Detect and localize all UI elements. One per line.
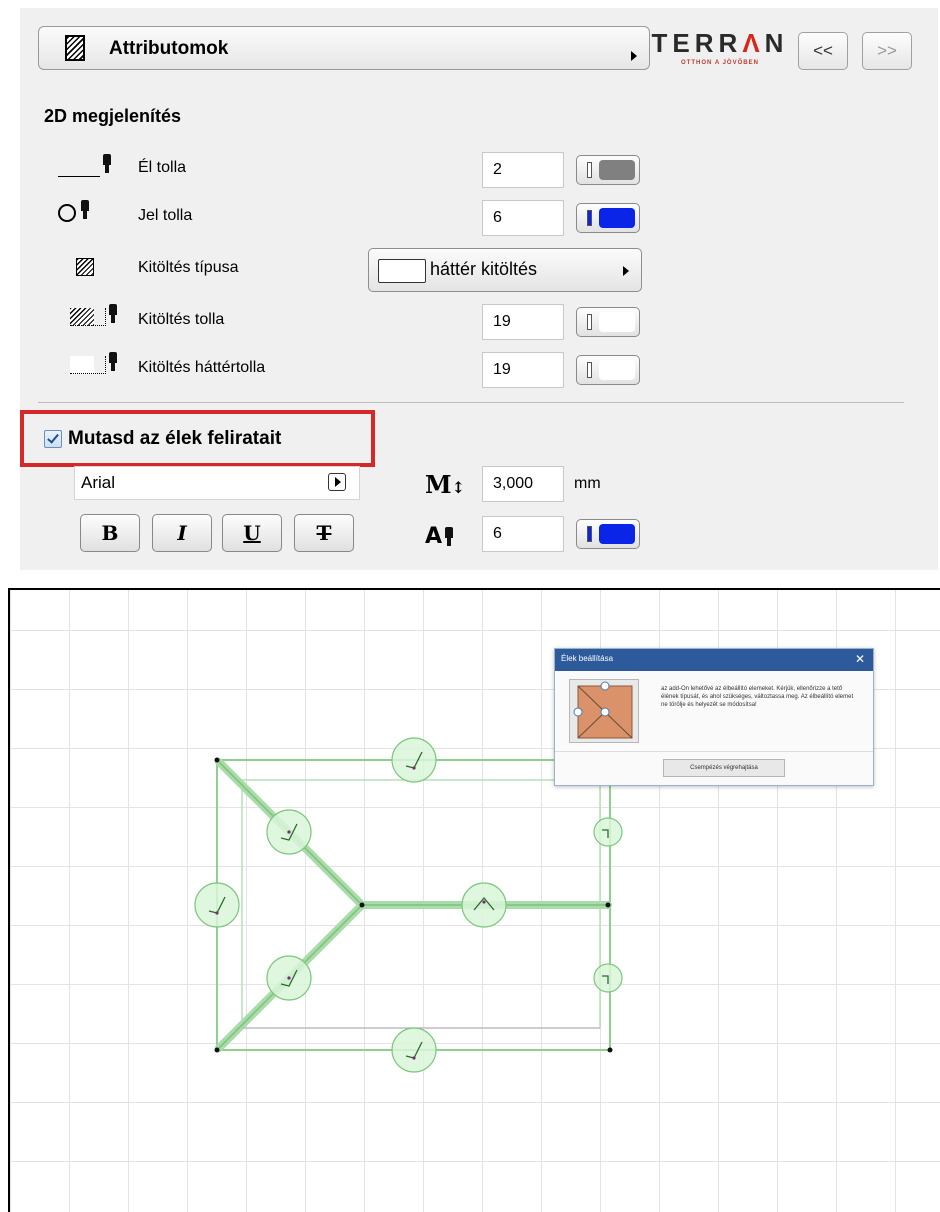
dialog-title: Élek beállítása [561, 654, 614, 663]
fill-swatch [378, 259, 426, 283]
marker-pen-icon [58, 198, 118, 228]
show-edge-labels-checkbox[interactable] [44, 430, 62, 448]
marker-pen-swatch[interactable] [576, 203, 640, 233]
fill-pen-swatch[interactable] [576, 307, 640, 337]
roof-preview-image [569, 679, 639, 743]
close-icon[interactable]: ✕ [855, 652, 865, 666]
fill-pen-field[interactable]: 19 [482, 304, 564, 340]
show-edge-labels-label[interactable]: Mutasd az élek feliratait [68, 428, 281, 450]
fill-type-dropdown[interactable]: háttér kitöltés [368, 248, 642, 292]
attributes-dropdown[interactable]: Attributomok [38, 26, 650, 70]
section-title-2d: 2D megjelenítés [44, 106, 182, 126]
edge-pen-field[interactable]: 2 [482, 152, 564, 188]
text-pen-field[interactable]: 6 [482, 516, 564, 552]
logo-tagline: OTTHON A JÖVŐBEN [681, 60, 759, 66]
edge-marker [391, 737, 437, 783]
checkmark-icon [47, 431, 59, 444]
marker-pen-field[interactable]: 6 [482, 200, 564, 236]
dialog-description: az add-On lehetővé az élbeállító elemeke… [661, 686, 854, 708]
text-size-unit: mm [574, 475, 601, 492]
text-pen-icon: A [425, 524, 453, 549]
previous-button[interactable]: << [798, 32, 848, 70]
text-size-field[interactable]: 3,000 [482, 466, 564, 502]
fill-type-label: Kitöltés típusa [138, 259, 239, 276]
section-divider [38, 402, 904, 403]
font-field[interactable]: Arial [74, 466, 360, 500]
edge-marker [391, 1027, 437, 1073]
next-button[interactable]: >> [862, 32, 912, 70]
dialog-titlebar: Élek beállítása ✕ [555, 649, 873, 671]
hatched-sheet-icon [65, 35, 85, 61]
italic-button[interactable]: I [152, 514, 212, 552]
attributes-panel: Attributomok TERRΛN OTTHON A JÖVŐBEN << … [20, 8, 938, 570]
dialog-separator [555, 751, 873, 752]
logo-wordmark: TERRΛN [651, 28, 789, 58]
text-size-icon: M↕ [425, 470, 465, 499]
fill-type-icon [76, 258, 94, 276]
fill-background-pen-label: Kitöltés háttértolla [138, 359, 266, 376]
edge-marker [461, 882, 507, 928]
fill-background-pen-swatch[interactable] [576, 355, 640, 385]
terran-logo: TERRΛN OTTHON A JÖVŐBEN [650, 26, 790, 70]
font-menu-button[interactable] [328, 473, 346, 491]
show-edge-labels-highlight: Mutasd az élek feliratait [20, 410, 375, 467]
underline-button[interactable]: U [222, 514, 282, 552]
execute-tiling-button[interactable]: Csempézés végrehajtása [663, 759, 785, 777]
marker-pen-label: Jel tolla [138, 207, 193, 224]
plan-canvas[interactable]: Élek beállítása ✕ az add-On lehetővé az … [8, 588, 940, 1212]
fill-type-value: háttér kitöltés [430, 259, 538, 279]
edge-marker [194, 882, 240, 928]
triangle-right-icon [623, 266, 629, 276]
triangle-right-icon [631, 51, 637, 61]
fill-pen-label: Kitöltés tolla [138, 311, 225, 328]
triangle-right-icon [335, 477, 341, 487]
fill-background-pen-icon [70, 350, 130, 380]
fill-pen-icon [70, 302, 130, 332]
edge-settings-dialog: Élek beállítása ✕ az add-On lehetővé az … [554, 648, 874, 786]
edge-pen-swatch[interactable] [576, 155, 640, 185]
bold-button[interactable]: B [80, 514, 140, 552]
fill-background-pen-field[interactable]: 19 [482, 352, 564, 388]
panel-title: Attributomok [109, 38, 229, 59]
edge-pen-label: Él tolla [138, 159, 187, 176]
strikethrough-button[interactable]: T [294, 514, 354, 552]
edge-pen-icon [58, 150, 114, 180]
text-pen-swatch[interactable] [576, 519, 640, 549]
